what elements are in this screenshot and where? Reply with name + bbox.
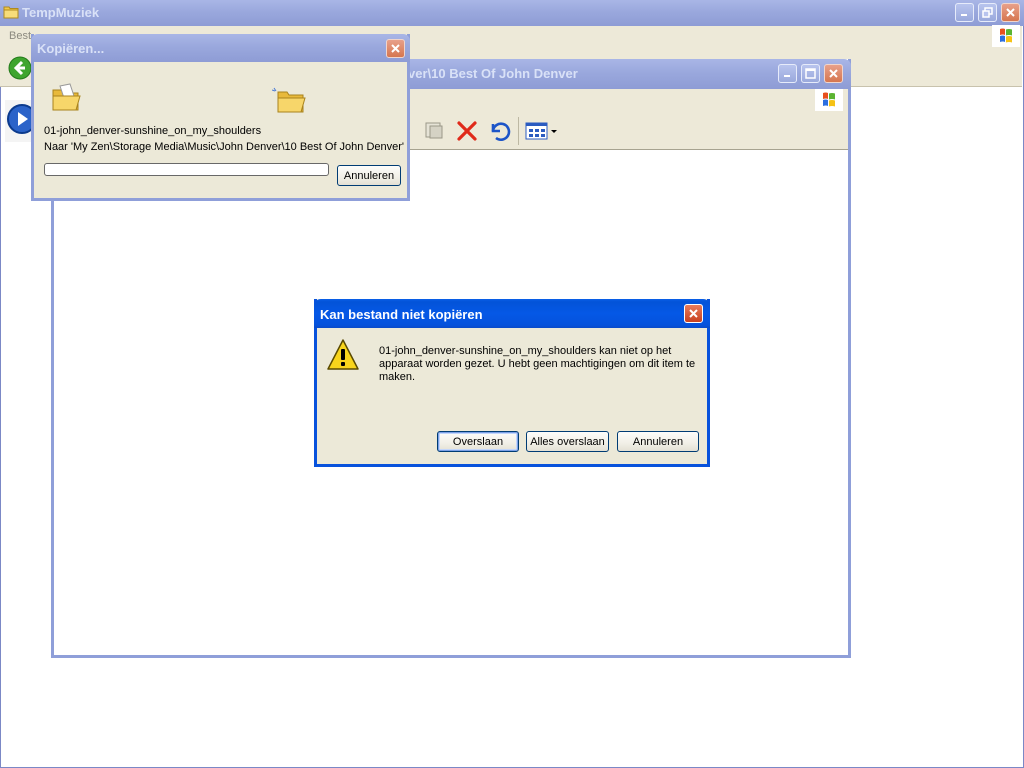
folder-icon	[3, 6, 19, 19]
copy-cancel-button[interactable]: Annuleren	[337, 165, 401, 186]
close-icon	[689, 309, 698, 318]
error-dialog-title: Kan bestand niet kopiëren	[320, 307, 483, 322]
main-window-titlebar[interactable]: TempMuziek	[0, 0, 1024, 26]
minimize-button[interactable]	[955, 3, 974, 22]
close-button[interactable]	[1001, 3, 1020, 22]
close-icon	[829, 69, 838, 78]
copy-dialog-close-button[interactable]	[386, 39, 405, 58]
copy-destination-text: Naar 'My Zen\Storage Media\Music\John De…	[44, 141, 405, 153]
main-window-title: TempMuziek	[22, 5, 100, 20]
copy-progress-bar	[44, 163, 329, 176]
restore-button[interactable]	[978, 3, 997, 22]
restore-icon	[982, 7, 993, 18]
explorer-close-button[interactable]	[824, 64, 843, 83]
error-message: 01-john_denver-sunshine_on_my_shoulders …	[379, 345, 696, 383]
close-icon	[391, 44, 400, 53]
undo-icon[interactable]	[487, 120, 511, 142]
menu-item-file[interactable]: Best	[9, 30, 31, 42]
minimize-icon	[961, 14, 967, 16]
copy-to-icon[interactable]	[422, 121, 446, 141]
toolbar-separator	[518, 117, 519, 145]
skip-button[interactable]: Overslaan	[437, 431, 519, 452]
skip-all-button[interactable]: Alles overslaan	[526, 431, 609, 452]
back-arrow-icon[interactable]	[8, 56, 32, 80]
explorer-maximize-button[interactable]	[801, 64, 820, 83]
explorer-window-title: ver\10 Best Of John Denver	[408, 66, 578, 81]
destination-folder-icon	[272, 87, 306, 113]
views-icon[interactable]	[525, 122, 559, 140]
error-dialog-titlebar[interactable]: Kan bestand niet kopiëren	[314, 299, 710, 328]
maximize-icon	[805, 68, 816, 79]
explorer-minimize-button[interactable]	[778, 64, 797, 83]
copy-file-name: 01-john_denver-sunshine_on_my_shoulders	[44, 125, 262, 137]
windows-logo-icon	[992, 25, 1020, 47]
copy-dialog-title: Kopiëren...	[37, 41, 105, 56]
warning-icon	[327, 339, 359, 370]
minimize-icon	[784, 75, 790, 77]
error-dialog-close-button[interactable]	[684, 304, 703, 323]
close-icon	[1006, 8, 1015, 17]
copy-dialog-titlebar[interactable]: Kopiëren...	[31, 34, 410, 62]
error-cancel-button[interactable]: Annuleren	[617, 431, 699, 452]
windows-logo-icon	[815, 89, 843, 111]
delete-icon[interactable]	[456, 120, 478, 142]
open-folder-source-icon	[52, 83, 81, 111]
